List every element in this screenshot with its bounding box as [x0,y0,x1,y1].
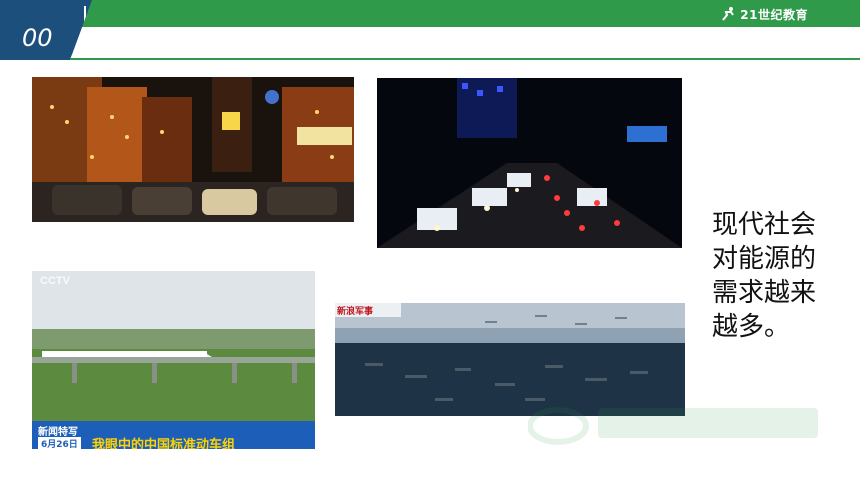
news-label: 新闻特写 [38,427,78,438]
brand-logo: 21世纪教育 [720,5,808,23]
page-number: 00 [22,24,53,52]
caption-line: 现代社会 [712,210,817,240]
photo-modern-traffic-night [377,78,682,248]
caption-line: 越多。 [712,312,791,342]
photo-bullet-train-news: CCTV 新闻特写 6月26日 我眼中的中国标准动车组 [32,271,315,449]
date-label: 6月26日 [38,437,81,449]
news-headline: 我眼中的中国标准动车组 [92,438,236,449]
brand-text: 21世纪教育 [740,7,808,22]
caption-text: 现代社会 对能源的 需求越来 越多。 [712,208,852,344]
watermark-logo [527,398,828,452]
runner-logo-icon [722,7,735,21]
caption-line: 对能源的 [712,244,817,274]
photo-vintage-city-night [32,77,354,222]
cctv-logo: CCTV [40,275,70,287]
header-divider [70,58,860,60]
caption-line: 需求越来 [712,278,817,308]
sina-logo: 新浪军事 [337,307,374,317]
